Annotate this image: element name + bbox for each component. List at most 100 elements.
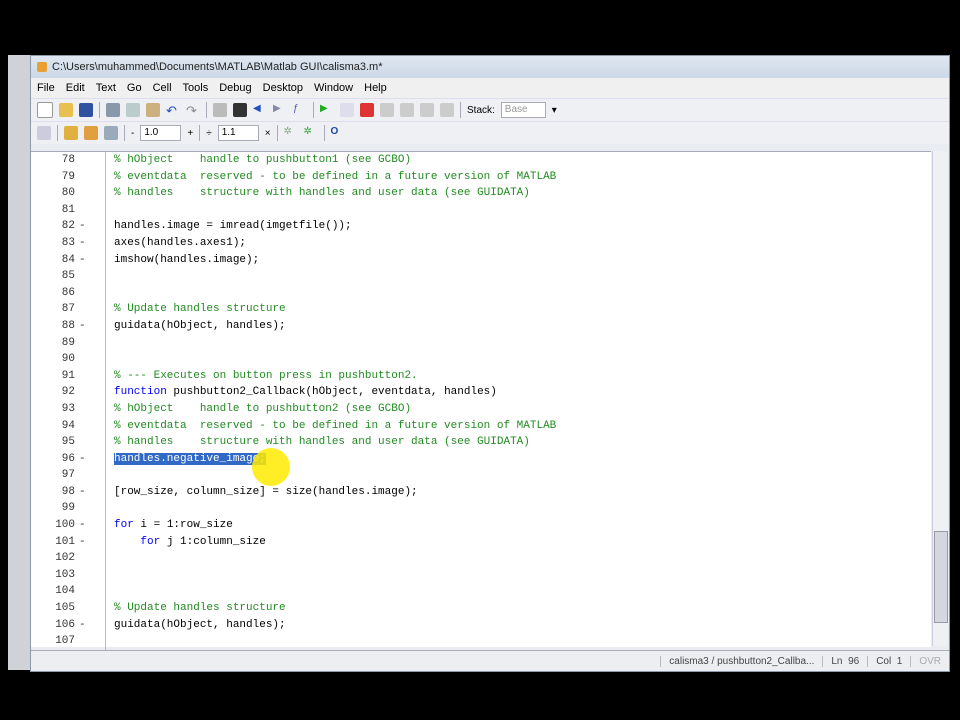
code-line[interactable]: 95 % handles structure with handles and u…	[31, 434, 931, 451]
menu-cell[interactable]: Cell	[153, 82, 172, 94]
breakpoint-marker[interactable]	[79, 169, 97, 186]
menu-go[interactable]: Go	[127, 82, 142, 94]
forward-icon[interactable]: ▶	[273, 103, 287, 117]
step-out-icon[interactable]	[420, 103, 434, 117]
breakpoint-marker[interactable]	[79, 550, 97, 567]
breakpoint-marker[interactable]	[79, 185, 97, 202]
code-line[interactable]: 90	[31, 351, 931, 368]
code-line[interactable]: 96- handles.negative_image;	[31, 450, 931, 468]
exit-debug-icon[interactable]	[440, 103, 454, 117]
code-line[interactable]: 103	[31, 566, 931, 584]
chevron-down-icon[interactable]: ▾	[552, 105, 557, 116]
step-in-icon[interactable]	[400, 103, 414, 117]
code-line[interactable]: 104	[31, 583, 931, 601]
find-icon[interactable]	[233, 103, 247, 117]
code-line[interactable]: 80 % handles structure with handles and u…	[31, 185, 931, 202]
eval-cell-icon[interactable]	[64, 126, 78, 140]
breakpoint-marker[interactable]: -	[79, 617, 97, 634]
code-line[interactable]: 91 % --- Executes on button press in push…	[31, 367, 931, 385]
code-line[interactable]: 82- handles.image = imread(imgetfile());	[31, 218, 931, 235]
step-icon[interactable]	[380, 103, 394, 117]
code-line[interactable]: 101- for j 1:column_size	[31, 533, 931, 551]
breakpoint-icon[interactable]	[340, 103, 354, 117]
cell-mode-icon[interactable]	[37, 126, 51, 140]
divide-button[interactable]: ÷	[206, 128, 212, 139]
breakpoint-marker[interactable]	[79, 335, 97, 352]
code-line[interactable]: 86	[31, 284, 931, 302]
breakpoint-marker[interactable]	[79, 401, 97, 418]
breakpoint-marker[interactable]: -	[79, 517, 97, 534]
code-line[interactable]: 84- imshow(handles.image);	[31, 251, 931, 269]
breakpoint-marker[interactable]: -	[79, 451, 97, 468]
menu-edit[interactable]: Edit	[66, 82, 85, 94]
save-icon[interactable]	[79, 103, 93, 117]
menu-tools[interactable]: Tools	[183, 82, 209, 94]
breakpoint-marker[interactable]: -	[79, 218, 97, 235]
code-line[interactable]: 81	[31, 201, 931, 219]
code-line[interactable]: 88- guidata(hObject, handles);	[31, 317, 931, 335]
breakpoint-marker[interactable]: -	[79, 534, 97, 551]
run-icon[interactable]: ▶	[320, 103, 334, 117]
breakpoint-marker[interactable]	[79, 633, 97, 650]
breakpoint-marker[interactable]	[79, 467, 97, 484]
help-icon[interactable]: O	[331, 126, 345, 140]
code-line[interactable]: 78 % hObject handle to pushbutton1 (see G…	[31, 152, 931, 169]
menu-debug[interactable]: Debug	[219, 82, 251, 94]
code-line[interactable]: 100- for i = 1:row_size	[31, 517, 931, 534]
code-line[interactable]: 97	[31, 467, 931, 484]
decrement-value-input[interactable]: 1.0	[140, 125, 182, 141]
code-line[interactable]: 85	[31, 268, 931, 285]
menu-desktop[interactable]: Desktop	[263, 82, 303, 94]
code-line[interactable]: 92 function pushbutton2_Callback(hObject,…	[31, 384, 931, 401]
breakpoint-marker[interactable]	[79, 285, 97, 302]
code-line[interactable]: 79 % eventdata reserved - to be defined i…	[31, 168, 931, 186]
vertical-scrollbar[interactable]	[932, 151, 948, 646]
code-editor[interactable]: 78 % hObject handle to pushbutton1 (see G…	[31, 151, 931, 650]
breakpoint-marker[interactable]	[79, 418, 97, 435]
code-line[interactable]: 105 % Update handles structure	[31, 600, 931, 617]
copy-icon[interactable]	[126, 103, 140, 117]
breakpoint-marker[interactable]	[79, 268, 97, 285]
show-cell-titles-icon[interactable]: ✲	[284, 126, 298, 140]
multiply-button[interactable]: ×	[265, 128, 271, 139]
menu-help[interactable]: Help	[364, 82, 387, 94]
breakpoint-marker[interactable]	[79, 301, 97, 318]
redo-icon[interactable]: ↷	[186, 103, 200, 118]
code-line[interactable]: 89	[31, 334, 931, 352]
breakpoint-marker[interactable]: -	[79, 484, 97, 501]
eval-file-icon[interactable]	[104, 126, 118, 140]
back-icon[interactable]: ◀	[253, 103, 267, 117]
scrollbar-thumb[interactable]	[934, 531, 948, 623]
cut-icon[interactable]	[106, 103, 120, 117]
code-line[interactable]: 106- guidata(hObject, handles);	[31, 616, 931, 634]
breakpoint-marker[interactable]	[79, 152, 97, 169]
breakpoint-marker[interactable]: -	[79, 235, 97, 252]
code-line[interactable]: 102	[31, 550, 931, 567]
breakpoint-marker[interactable]	[79, 351, 97, 368]
breakpoint-marker[interactable]	[79, 202, 97, 219]
breakpoint-marker[interactable]	[79, 500, 97, 517]
code-line[interactable]: 99	[31, 500, 931, 518]
menu-text[interactable]: Text	[96, 82, 116, 94]
breakpoint-marker[interactable]	[79, 434, 97, 451]
new-file-icon[interactable]	[37, 102, 53, 118]
menu-window[interactable]: Window	[314, 82, 353, 94]
code-line[interactable]: 98- [row_size, column_size] = size(handle…	[31, 483, 931, 501]
eval-advance-icon[interactable]	[84, 126, 98, 140]
function-icon[interactable]: ƒ	[293, 103, 307, 117]
clear-breakpoints-icon[interactable]	[360, 103, 374, 117]
stack-select[interactable]: Base	[500, 102, 546, 118]
code-line[interactable]: 93 % hObject handle to pushbutton2 (see G…	[31, 400, 931, 418]
breakpoint-marker[interactable]	[79, 368, 97, 385]
breakpoint-marker[interactable]: -	[79, 252, 97, 269]
breakpoint-marker[interactable]	[79, 384, 97, 401]
code-line[interactable]: 83- axes(handles.axes1);	[31, 234, 931, 252]
insert-cell-icon[interactable]: ✲	[304, 126, 318, 140]
breakpoint-marker[interactable]	[79, 600, 97, 617]
breakpoint-marker[interactable]: -	[79, 318, 97, 335]
increment-button[interactable]: +	[187, 128, 193, 139]
undo-icon[interactable]: ↶	[166, 103, 180, 118]
code-line[interactable]: 87 % Update handles structure	[31, 301, 931, 318]
multiply-value-input[interactable]: 1.1	[217, 125, 259, 141]
decrement-button[interactable]: -	[131, 128, 134, 139]
